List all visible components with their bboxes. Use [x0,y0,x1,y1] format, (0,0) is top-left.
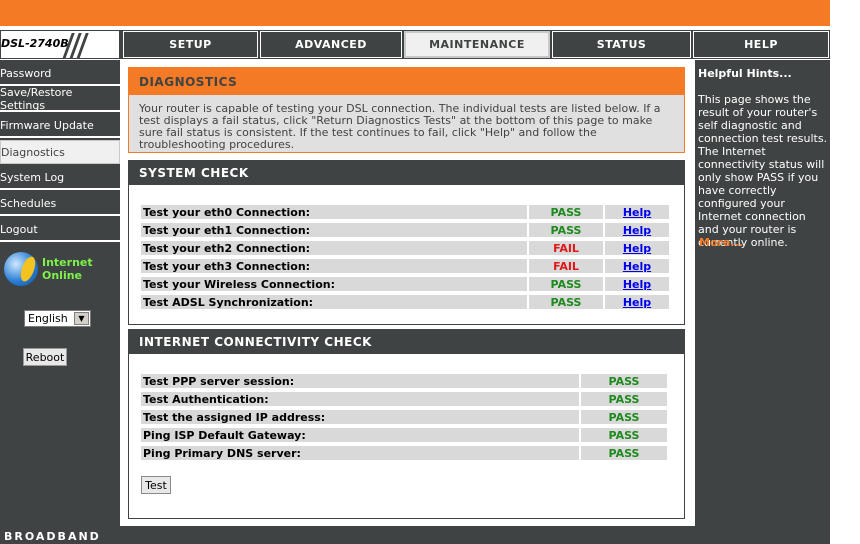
sidebar-item-schedules[interactable]: Schedules [0,192,120,216]
row-label: Test the assigned IP address: [141,410,581,424]
hints-title: Helpful Hints... [698,67,792,80]
system-check-panel: SYSTEM CHECK Test your eth0 Connection: … [128,160,685,325]
brand-model: DSL-2740B [1,37,69,50]
brand-logo: DSL-2740B [0,30,120,59]
sidebar-item-save-restore[interactable]: Save/Restore Settings [0,86,120,112]
sidebar-item-password[interactable]: Password [0,62,120,86]
sidebar-item-system-log[interactable]: System Log [0,166,120,190]
row-result: PASS [529,223,605,237]
internet-check-body: Test PPP server session: PASS Test Authe… [129,354,684,518]
table-row: Test your eth3 Connection: FAIL Help [141,259,669,275]
hints-text: This page shows the result of your route… [698,93,828,249]
internet-status-line1: Internet [42,256,93,269]
diagnostics-description: Your router is capable of testing your D… [139,102,661,151]
row-label: Test your eth1 Connection: [141,223,529,237]
tab-maintenance[interactable]: MAINTENANCE [404,31,550,58]
chevron-down-icon[interactable]: ▼ [74,312,89,325]
top-banner [0,0,830,26]
row-result: PASS [529,295,605,309]
sidebar-item-firmware-update[interactable]: Firmware Update [0,114,120,138]
tab-setup[interactable]: SETUP [123,31,258,58]
row-result: FAIL [529,241,605,255]
table-row: Test your Wireless Connection: PASS Help [141,277,669,293]
help-link[interactable]: Help [605,277,669,291]
row-label: Test your eth3 Connection: [141,259,529,273]
row-result: PASS [529,205,605,219]
row-label: Ping Primary DNS server: [141,446,581,460]
sidebar: Password Save/Restore Settings Firmware … [0,60,120,526]
sidebar-item-logout[interactable]: Logout [0,218,120,242]
internet-status: Internet Online [2,252,117,292]
diagnostics-title: DIAGNOSTICS [129,68,684,95]
test-button[interactable]: Test [141,476,171,494]
row-label: Test ADSL Synchronization: [141,295,529,309]
nav-bar: DSL-2740B SETUP ADVANCED MAINTENANCE STA… [0,30,830,59]
internet-status-text: Internet Online [42,256,93,282]
globe-icon [4,252,39,286]
row-label: Test Authentication: [141,392,581,406]
tab-advanced[interactable]: ADVANCED [260,31,402,58]
row-result: PASS [581,392,669,406]
tab-help[interactable]: HELP [693,31,829,58]
table-row: Test your eth1 Connection: PASS Help [141,223,669,239]
reboot-button[interactable]: Reboot [23,348,67,366]
row-label: Test your eth0 Connection: [141,205,529,219]
row-result: PASS [581,446,669,460]
sidebar-item-diagnostics[interactable]: Diagnostics [0,140,120,164]
row-result: PASS [581,374,669,388]
system-check-title: SYSTEM CHECK [129,161,684,185]
tab-status[interactable]: STATUS [552,31,691,58]
internet-check-panel: INTERNET CONNECTIVITY CHECK Test PPP ser… [128,329,685,519]
row-result: PASS [581,428,669,442]
table-row: Ping ISP Default Gateway: PASS [141,428,669,444]
language-select-value: English [28,312,68,325]
hints-more-link[interactable]: More... [699,236,743,249]
helpful-hints-panel: Helpful Hints... This page shows the res… [695,60,830,526]
diagnostics-panel: DIAGNOSTICS Your router is capable of te… [128,67,685,153]
main-content: DIAGNOSTICS Your router is capable of te… [121,60,694,526]
table-row: Test your eth2 Connection: FAIL Help [141,241,669,257]
language-select[interactable]: English ▼ [24,310,91,327]
internet-check-title: INTERNET CONNECTIVITY CHECK [129,330,684,354]
row-label: Ping ISP Default Gateway: [141,428,581,442]
help-link[interactable]: Help [605,205,669,219]
internet-status-line2: Online [42,269,83,282]
table-row: Test ADSL Synchronization: PASS Help [141,295,669,311]
row-result: PASS [529,277,605,291]
table-row: Test Authentication: PASS [141,392,669,408]
table-row: Test PPP server session: PASS [141,374,669,390]
help-link[interactable]: Help [605,241,669,255]
table-row: Ping Primary DNS server: PASS [141,446,669,462]
table-row: Test your eth0 Connection: PASS Help [141,205,669,221]
row-label: Test your Wireless Connection: [141,277,529,291]
row-label: Test PPP server session: [141,374,581,388]
help-link[interactable]: Help [605,295,669,309]
system-check-body: Test your eth0 Connection: PASS Help Tes… [129,185,684,324]
table-row: Test the assigned IP address: PASS [141,410,669,426]
row-result: PASS [581,410,669,424]
footer-bar: BROADBAND [0,526,830,544]
help-link[interactable]: Help [605,259,669,273]
row-label: Test your eth2 Connection: [141,241,529,255]
footer-text: BROADBAND [4,530,101,543]
row-result: FAIL [529,259,605,273]
help-link[interactable]: Help [605,223,669,237]
